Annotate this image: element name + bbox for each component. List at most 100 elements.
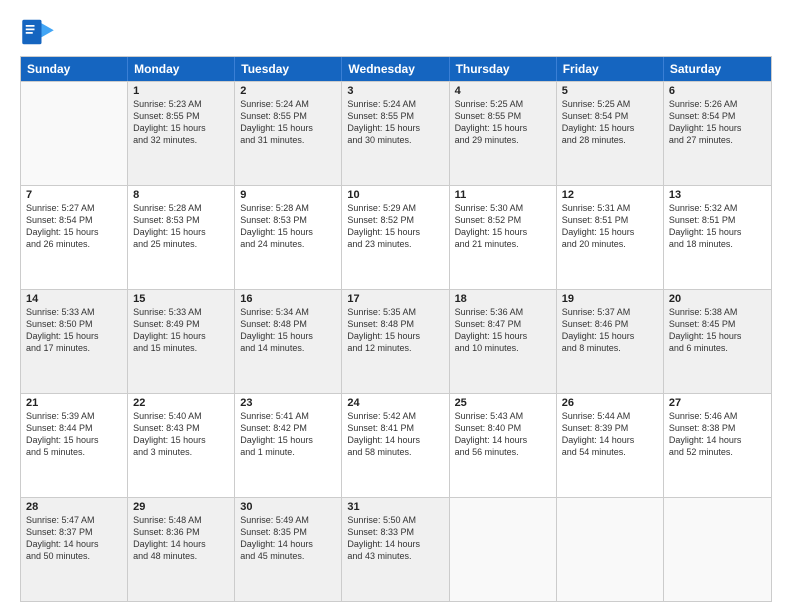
cell-info-line: Sunrise: 5:25 AM — [455, 98, 551, 110]
cell-info-line: and 32 minutes. — [133, 134, 229, 146]
cell-info-line: and 3 minutes. — [133, 446, 229, 458]
cell-info-line: Daylight: 15 hours — [133, 434, 229, 446]
cal-cell-25: 25Sunrise: 5:43 AMSunset: 8:40 PMDayligh… — [450, 394, 557, 497]
cell-info-line: Sunset: 8:49 PM — [133, 318, 229, 330]
cal-cell-27: 27Sunrise: 5:46 AMSunset: 8:38 PMDayligh… — [664, 394, 771, 497]
day-number: 6 — [669, 85, 766, 97]
day-number: 7 — [26, 189, 122, 201]
cell-info-line: Daylight: 15 hours — [347, 330, 443, 342]
cell-info-line: Sunset: 8:55 PM — [240, 110, 336, 122]
cell-info-line: Sunset: 8:37 PM — [26, 526, 122, 538]
cell-info-line: Sunrise: 5:33 AM — [26, 306, 122, 318]
cell-info-line: and 27 minutes. — [669, 134, 766, 146]
cal-cell-2: 2Sunrise: 5:24 AMSunset: 8:55 PMDaylight… — [235, 82, 342, 185]
cell-info-line: Sunset: 8:38 PM — [669, 422, 766, 434]
cell-info-line: Sunrise: 5:27 AM — [26, 202, 122, 214]
cell-info-line: and 20 minutes. — [562, 238, 658, 250]
cell-info-line: Sunset: 8:55 PM — [347, 110, 443, 122]
cell-info-line: and 18 minutes. — [669, 238, 766, 250]
cell-info-line: and 43 minutes. — [347, 550, 443, 562]
weekday-header-monday: Monday — [128, 57, 235, 81]
day-number: 24 — [347, 397, 443, 409]
cell-info-line: Sunset: 8:53 PM — [240, 214, 336, 226]
cell-info-line: Daylight: 15 hours — [347, 226, 443, 238]
header — [20, 18, 772, 46]
calendar-row-5: 28Sunrise: 5:47 AMSunset: 8:37 PMDayligh… — [21, 497, 771, 601]
cell-info-line: Sunrise: 5:43 AM — [455, 410, 551, 422]
cal-cell-empty-6 — [664, 498, 771, 601]
cell-info-line: and 8 minutes. — [562, 342, 658, 354]
day-number: 9 — [240, 189, 336, 201]
cal-cell-11: 11Sunrise: 5:30 AMSunset: 8:52 PMDayligh… — [450, 186, 557, 289]
cell-info-line: Daylight: 15 hours — [669, 226, 766, 238]
cell-info-line: and 48 minutes. — [133, 550, 229, 562]
cell-info-line: Daylight: 15 hours — [240, 330, 336, 342]
cal-cell-29: 29Sunrise: 5:48 AMSunset: 8:36 PMDayligh… — [128, 498, 235, 601]
cal-cell-23: 23Sunrise: 5:41 AMSunset: 8:42 PMDayligh… — [235, 394, 342, 497]
cell-info-line: Sunset: 8:53 PM — [133, 214, 229, 226]
cell-info-line: Daylight: 15 hours — [455, 122, 551, 134]
cal-cell-17: 17Sunrise: 5:35 AMSunset: 8:48 PMDayligh… — [342, 290, 449, 393]
cal-cell-26: 26Sunrise: 5:44 AMSunset: 8:39 PMDayligh… — [557, 394, 664, 497]
cell-info-line: Sunrise: 5:49 AM — [240, 514, 336, 526]
day-number: 20 — [669, 293, 766, 305]
day-number: 16 — [240, 293, 336, 305]
cell-info-line: and 1 minute. — [240, 446, 336, 458]
cal-cell-empty-5 — [557, 498, 664, 601]
cell-info-line: and 45 minutes. — [240, 550, 336, 562]
cell-info-line: Daylight: 14 hours — [26, 538, 122, 550]
cell-info-line: Sunset: 8:48 PM — [240, 318, 336, 330]
cal-cell-28: 28Sunrise: 5:47 AMSunset: 8:37 PMDayligh… — [21, 498, 128, 601]
cell-info-line: Sunset: 8:43 PM — [133, 422, 229, 434]
cell-info-line: Sunrise: 5:31 AM — [562, 202, 658, 214]
cell-info-line: Daylight: 15 hours — [26, 226, 122, 238]
cell-info-line: Daylight: 14 hours — [455, 434, 551, 446]
cell-info-line: Sunrise: 5:47 AM — [26, 514, 122, 526]
cell-info-line: and 5 minutes. — [26, 446, 122, 458]
cell-info-line: and 23 minutes. — [347, 238, 443, 250]
cell-info-line: Daylight: 15 hours — [240, 226, 336, 238]
calendar-row-2: 7Sunrise: 5:27 AMSunset: 8:54 PMDaylight… — [21, 185, 771, 289]
cal-cell-20: 20Sunrise: 5:38 AMSunset: 8:45 PMDayligh… — [664, 290, 771, 393]
weekday-header-thursday: Thursday — [450, 57, 557, 81]
calendar-row-4: 21Sunrise: 5:39 AMSunset: 8:44 PMDayligh… — [21, 393, 771, 497]
cell-info-line: Sunrise: 5:28 AM — [240, 202, 336, 214]
weekday-header-sunday: Sunday — [21, 57, 128, 81]
cell-info-line: Daylight: 15 hours — [240, 122, 336, 134]
cell-info-line: and 15 minutes. — [133, 342, 229, 354]
cell-info-line: Daylight: 15 hours — [133, 330, 229, 342]
cell-info-line: Sunset: 8:52 PM — [455, 214, 551, 226]
day-number: 14 — [26, 293, 122, 305]
cell-info-line: Sunrise: 5:24 AM — [240, 98, 336, 110]
day-number: 13 — [669, 189, 766, 201]
cell-info-line: and 21 minutes. — [455, 238, 551, 250]
cal-cell-9: 9Sunrise: 5:28 AMSunset: 8:53 PMDaylight… — [235, 186, 342, 289]
cell-info-line: Sunrise: 5:41 AM — [240, 410, 336, 422]
cell-info-line: Sunset: 8:35 PM — [240, 526, 336, 538]
calendar-body: 1Sunrise: 5:23 AMSunset: 8:55 PMDaylight… — [21, 81, 771, 601]
cal-cell-empty-4 — [450, 498, 557, 601]
cell-info-line: Sunset: 8:50 PM — [26, 318, 122, 330]
cell-info-line: Sunset: 8:51 PM — [562, 214, 658, 226]
day-number: 26 — [562, 397, 658, 409]
cell-info-line: Daylight: 15 hours — [133, 122, 229, 134]
cell-info-line: Sunset: 8:54 PM — [562, 110, 658, 122]
cell-info-line: Sunset: 8:42 PM — [240, 422, 336, 434]
cell-info-line: Sunset: 8:48 PM — [347, 318, 443, 330]
cell-info-line: Sunrise: 5:36 AM — [455, 306, 551, 318]
cell-info-line: and 6 minutes. — [669, 342, 766, 354]
cell-info-line: Sunset: 8:51 PM — [669, 214, 766, 226]
day-number: 25 — [455, 397, 551, 409]
cal-cell-10: 10Sunrise: 5:29 AMSunset: 8:52 PMDayligh… — [342, 186, 449, 289]
cal-cell-3: 3Sunrise: 5:24 AMSunset: 8:55 PMDaylight… — [342, 82, 449, 185]
cell-info-line: and 58 minutes. — [347, 446, 443, 458]
cell-info-line: and 24 minutes. — [240, 238, 336, 250]
cal-cell-19: 19Sunrise: 5:37 AMSunset: 8:46 PMDayligh… — [557, 290, 664, 393]
cal-cell-16: 16Sunrise: 5:34 AMSunset: 8:48 PMDayligh… — [235, 290, 342, 393]
cell-info-line: Sunrise: 5:35 AM — [347, 306, 443, 318]
logo-icon — [20, 18, 56, 46]
cal-cell-24: 24Sunrise: 5:42 AMSunset: 8:41 PMDayligh… — [342, 394, 449, 497]
day-number: 2 — [240, 85, 336, 97]
cell-info-line: and 56 minutes. — [455, 446, 551, 458]
cell-info-line: Sunset: 8:46 PM — [562, 318, 658, 330]
